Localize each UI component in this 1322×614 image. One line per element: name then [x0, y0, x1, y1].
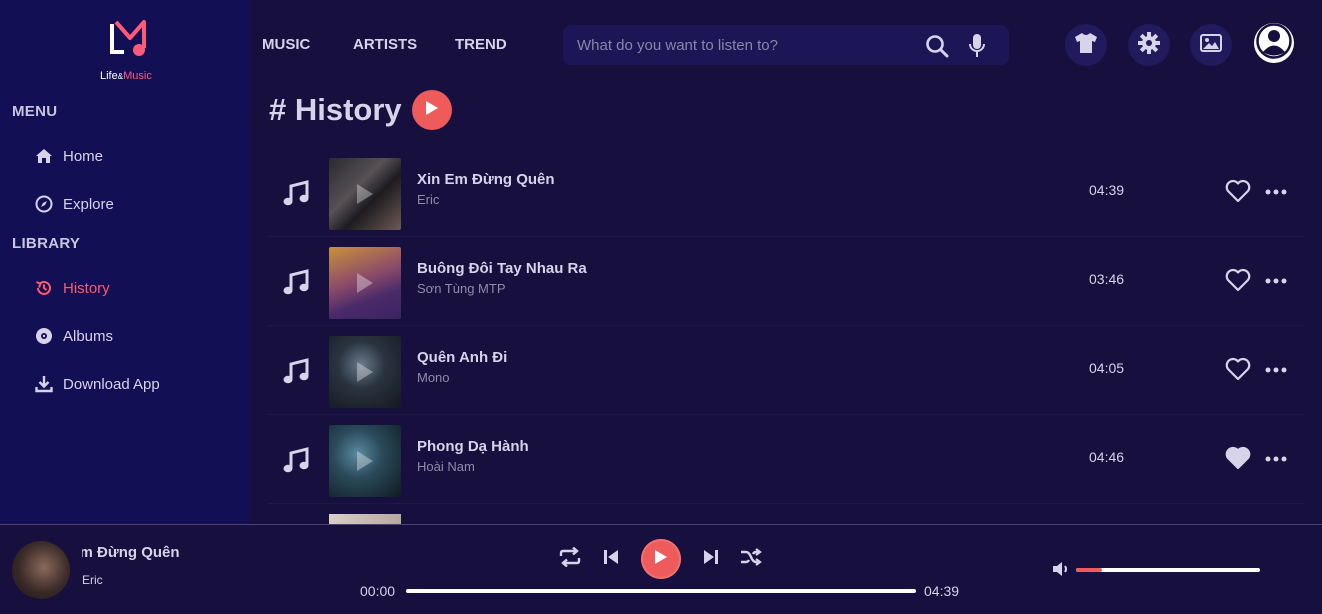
volume-slider[interactable] [1076, 568, 1260, 572]
more-options-icon[interactable] [1264, 359, 1288, 381]
download-icon [34, 374, 54, 394]
search-bar [563, 25, 1009, 65]
menu-section-title: MENU [12, 103, 58, 120]
background-image-button[interactable] [1190, 24, 1232, 66]
microphone-icon[interactable] [964, 33, 990, 59]
sidebar-item-albums[interactable]: Albums [34, 324, 113, 348]
track-title[interactable]: Quên Anh Đi [417, 349, 507, 366]
track-title[interactable]: Buông Đôi Tay Nhau Ra [417, 260, 587, 277]
music-note-icon [282, 269, 310, 297]
track-row[interactable]: Buông Đôi Tay Nhau Ra Sơn Tùng MTP 03:46 [268, 238, 1304, 326]
play-overlay-icon [357, 184, 373, 204]
tshirt-icon [1074, 32, 1098, 59]
track-duration: 03:46 [1089, 271, 1125, 287]
sidebar: Life&Music MENU Home Explore LIBRARY His… [0, 0, 250, 524]
volume-icon[interactable] [1052, 561, 1072, 579]
sidebar-item-explore[interactable]: Explore [34, 192, 114, 216]
track-artist[interactable]: Hoài Nam [417, 459, 475, 474]
user-avatar-button[interactable] [1254, 22, 1294, 64]
play-overlay-icon [357, 362, 373, 382]
more-options-icon[interactable] [1264, 448, 1288, 470]
search-icon[interactable] [924, 33, 950, 59]
track-duration: 04:39 [1089, 182, 1125, 198]
sidebar-item-download-app[interactable]: Download App [34, 372, 160, 396]
album-art-thumbnail[interactable] [329, 158, 401, 230]
home-icon [34, 146, 54, 166]
play-overlay-icon [357, 451, 373, 471]
album-art-thumbnail[interactable] [329, 514, 401, 524]
sidebar-item-home[interactable]: Home [34, 144, 103, 168]
play-pause-button[interactable] [641, 539, 681, 579]
user-avatar-icon [1256, 22, 1292, 64]
nav-artists[interactable]: ARTISTS [353, 36, 417, 53]
settings-button[interactable] [1128, 24, 1170, 66]
disc-icon [34, 326, 54, 346]
sidebar-item-label: Download App [63, 375, 160, 393]
track-title[interactable]: Xin Em Đừng Quên [417, 171, 555, 188]
page-title: # History [269, 92, 402, 127]
track-row[interactable]: Quên Anh Đi Mono 04:05 [268, 327, 1304, 415]
nav-music[interactable]: MUSIC [262, 36, 310, 53]
image-icon [1200, 33, 1222, 57]
now-playing-artist: Eric [82, 573, 103, 587]
brand-logo[interactable]: Life&Music [100, 16, 164, 82]
heart-filled-icon[interactable] [1225, 446, 1251, 472]
track-row[interactable]: Phong Dạ Hành Hoài Nam 04:46 [268, 416, 1304, 504]
search-input[interactable] [577, 25, 917, 65]
heart-outline-icon[interactable] [1225, 268, 1251, 294]
sidebar-item-label: Albums [63, 327, 114, 345]
compass-icon [34, 194, 54, 214]
logo-text: Life&Music [100, 70, 152, 82]
library-section-title: LIBRARY [12, 235, 81, 252]
repeat-icon[interactable] [558, 545, 582, 569]
track-title[interactable]: Phong Dạ Hành [417, 438, 529, 455]
music-note-icon [282, 358, 310, 386]
player-bar: Xin Em Đừng Quên Eric 00:00 04:39 [0, 524, 1322, 614]
volume-fill [1076, 568, 1102, 572]
more-options-icon[interactable] [1264, 270, 1288, 292]
album-art-thumbnail[interactable] [329, 425, 401, 497]
logo-text-life: Life [100, 70, 118, 82]
track-duration: 04:46 [1089, 449, 1125, 465]
current-time: 00:00 [360, 583, 396, 599]
sidebar-item-label: Home [63, 147, 104, 165]
sidebar-item-history[interactable]: History [34, 276, 110, 300]
gear-icon [1138, 31, 1160, 59]
theme-button[interactable] [1065, 24, 1107, 66]
track-artist[interactable]: Eric [417, 192, 439, 207]
total-time: 04:39 [924, 583, 960, 599]
track-artist[interactable]: Mono [417, 370, 450, 385]
previous-icon[interactable] [599, 545, 623, 569]
history-icon [34, 278, 54, 298]
nav-trend[interactable]: TREND [455, 36, 507, 53]
play-all-button[interactable] [412, 90, 452, 130]
more-options-icon[interactable] [1264, 181, 1288, 203]
sidebar-item-label: History [63, 279, 110, 297]
music-note-icon [282, 180, 310, 208]
logo-mark-icon [110, 20, 146, 56]
track-duration: 04:05 [1089, 360, 1125, 376]
progress-slider[interactable] [406, 589, 916, 593]
music-note-icon [282, 447, 310, 475]
play-overlay-icon [357, 273, 373, 293]
track-artist[interactable]: Sơn Tùng MTP [417, 281, 506, 296]
album-art-thumbnail[interactable] [329, 336, 401, 408]
play-icon [425, 100, 439, 121]
track-row[interactable]: Xin Em Đừng Quên Eric 04:39 [268, 149, 1304, 237]
heart-outline-icon[interactable] [1225, 179, 1251, 205]
now-playing-art[interactable] [12, 541, 70, 599]
now-playing-title: Xin Em Đừng Quên [82, 544, 180, 561]
next-icon[interactable] [699, 545, 723, 569]
play-icon [654, 549, 668, 570]
sidebar-item-label: Explore [63, 195, 114, 213]
album-art-thumbnail[interactable] [329, 247, 401, 319]
now-playing-title-marquee: Xin Em Đừng Quên [82, 544, 202, 564]
heart-outline-icon[interactable] [1225, 357, 1251, 383]
logo-text-music: Music [123, 70, 152, 82]
shuffle-icon[interactable] [739, 545, 763, 569]
